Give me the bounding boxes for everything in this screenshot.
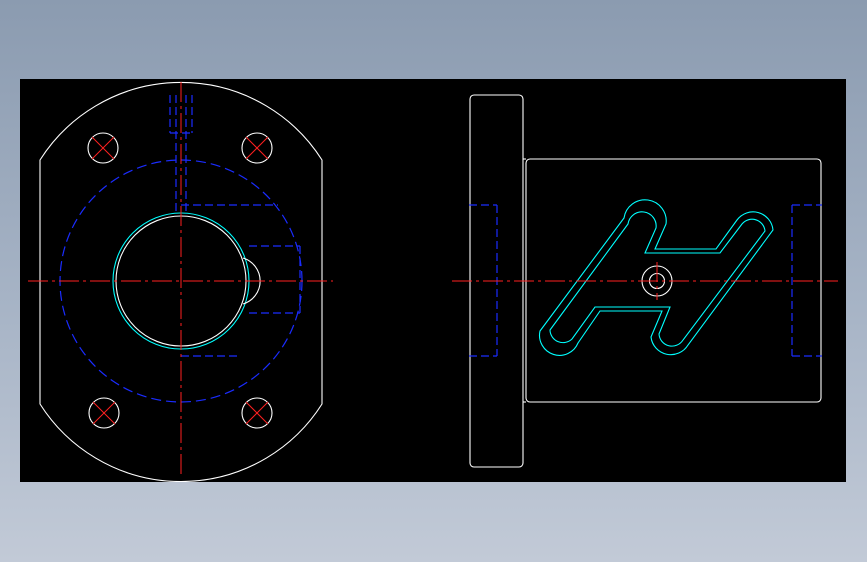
- drawing-background: [20, 79, 846, 482]
- cad-drawing-canvas: [20, 79, 846, 482]
